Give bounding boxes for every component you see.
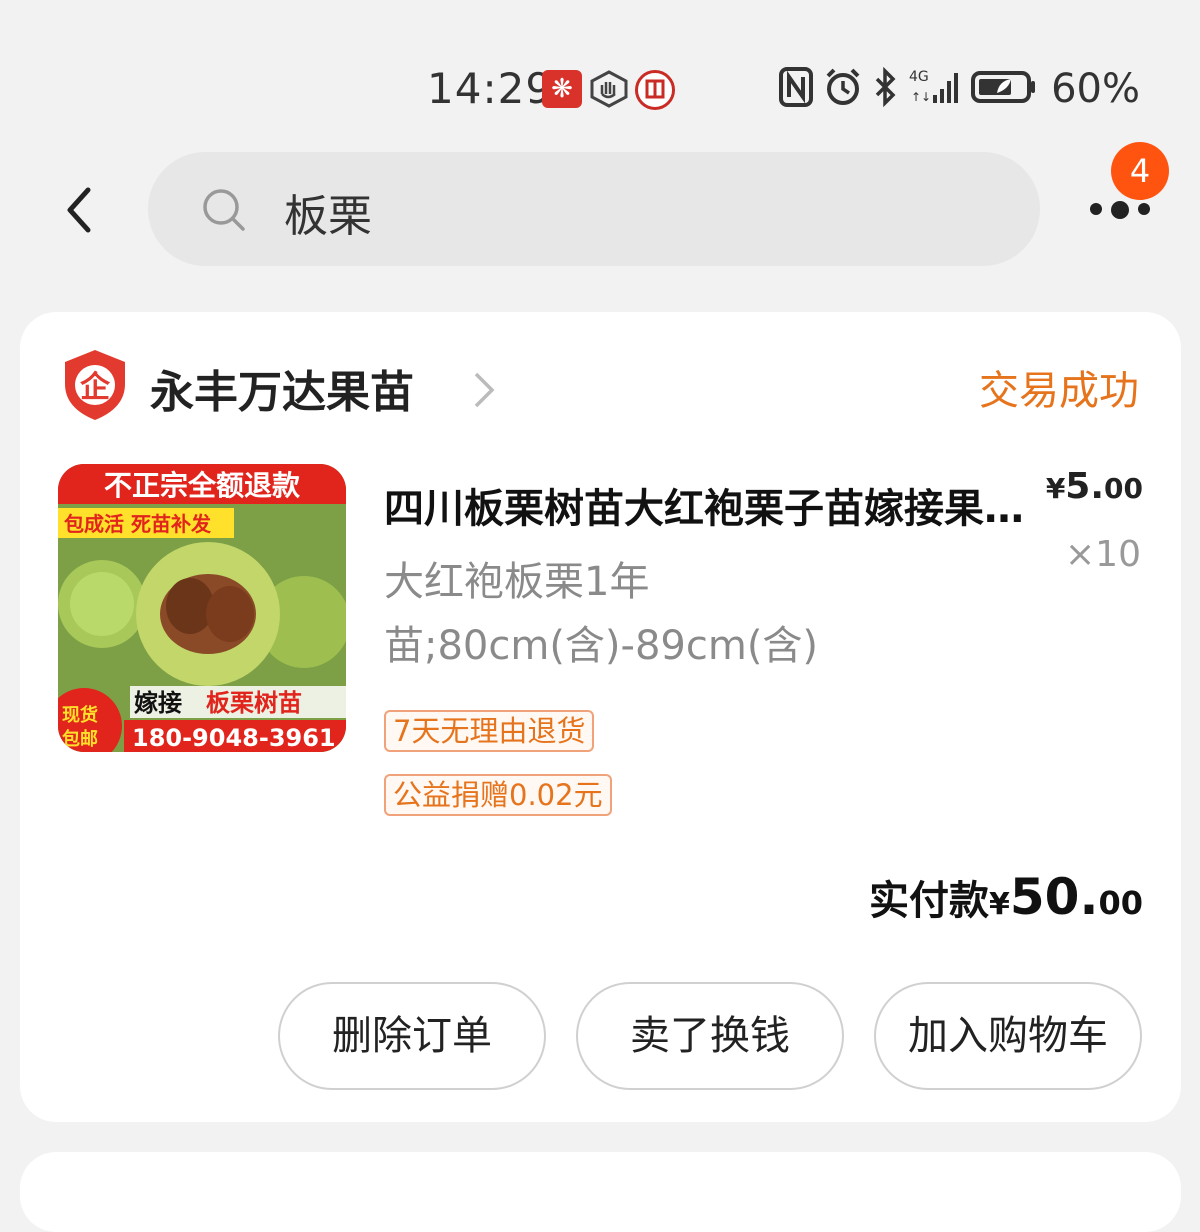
unit-price: ¥5.00 xyxy=(1045,466,1143,507)
image-phone-text: 180-9048-3961 xyxy=(132,724,336,752)
svg-text:企: 企 xyxy=(80,370,111,405)
order-status: 交易成功 xyxy=(979,368,1139,414)
quantity: ×10 xyxy=(1065,534,1141,575)
image-stock-text: 现货 xyxy=(62,704,98,726)
search-query: 板栗 xyxy=(284,191,372,242)
back-button[interactable] xyxy=(52,180,112,240)
image-sub-text: 包成活 死苗补发 xyxy=(64,512,212,536)
search-input[interactable]: 板栗 xyxy=(148,152,1040,266)
paid-amount: 实付款¥50.00 xyxy=(869,868,1143,926)
add-to-cart-button[interactable]: 加入购物车 xyxy=(874,982,1142,1090)
signal-4g-icon: 4G ↑↓ xyxy=(909,67,961,111)
sell-button[interactable]: 卖了换钱 xyxy=(576,982,844,1090)
order-card[interactable]: 企 永丰万达果苗 交易成功 不正宗全额退款 包成活 死苗补发 嫁接 板栗树苗 现… xyxy=(20,312,1181,1122)
product-title[interactable]: 四川板栗树苗大红袍栗子苗嫁接果树苗 xyxy=(384,476,1024,534)
chevron-right-icon xyxy=(472,370,496,414)
image-top-text: 不正宗全额退款 xyxy=(104,469,301,502)
search-icon xyxy=(200,186,248,238)
product-sku: 大红袍板栗1年苗;80cm(含)-89cm(含) xyxy=(384,559,819,669)
status-time: 14:29 xyxy=(427,64,554,113)
svg-text:4G: 4G xyxy=(909,69,929,85)
chevron-left-icon xyxy=(67,187,91,233)
return-policy-tag: 7天无理由退货 xyxy=(384,710,595,752)
shop-name[interactable]: 永丰万达果苗 xyxy=(150,356,414,420)
delete-order-button[interactable]: 删除订单 xyxy=(278,982,546,1090)
image-name-text: 板栗树苗 xyxy=(206,689,302,717)
image-ship-text: 包邮 xyxy=(62,728,98,750)
enterprise-shield-icon: 企 xyxy=(62,348,128,426)
svg-text:↑↓: ↑↓ xyxy=(911,90,931,104)
status-right-group: 4G ↑↓ 60% xyxy=(779,64,1140,114)
app-notification-icon: ❋ xyxy=(542,70,582,108)
hand-app-icon xyxy=(588,70,630,108)
image-graft-text: 嫁接 xyxy=(134,689,182,717)
next-order-card[interactable] xyxy=(20,1152,1181,1232)
nfc-icon xyxy=(779,67,814,111)
notification-badge: 4 xyxy=(1111,142,1169,200)
battery-percent: 60% xyxy=(1051,66,1140,112)
bank-app-icon xyxy=(635,70,675,110)
donation-tag: 公益捐赠0.02元 xyxy=(384,774,612,816)
alarm-icon xyxy=(823,67,863,111)
product-image[interactable]: 不正宗全额退款 包成活 死苗补发 嫁接 板栗树苗 现货 包邮 180-9048-… xyxy=(58,464,346,752)
status-bar: 14:29 ❋ 4G ↑↓ 60% xyxy=(0,0,1200,120)
battery-icon xyxy=(971,67,1037,111)
more-dots-icon xyxy=(1111,201,1129,219)
bluetooth-icon xyxy=(873,66,899,111)
